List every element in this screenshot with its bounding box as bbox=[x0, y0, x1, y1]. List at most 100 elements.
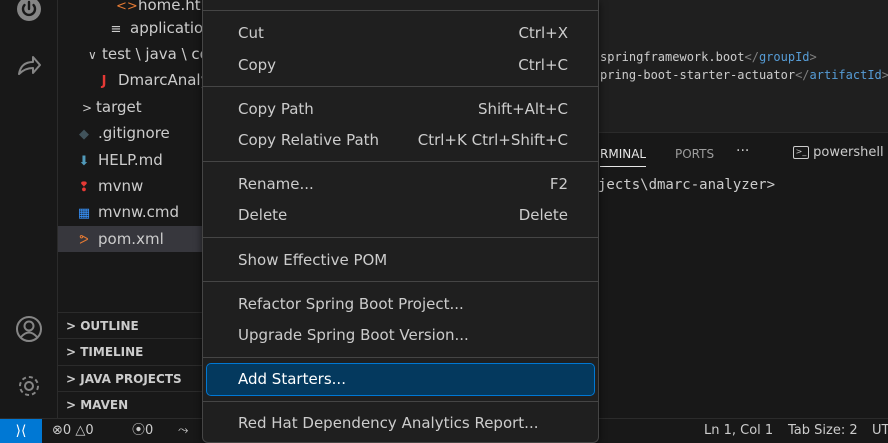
properties-file-icon: ≡ bbox=[110, 22, 122, 37]
tree-item-label: HELP.md bbox=[98, 151, 163, 169]
menu-label: Rename... bbox=[238, 175, 314, 193]
encoding-indicator[interactable]: UT bbox=[872, 419, 888, 443]
tree-item-label: mvnw bbox=[98, 177, 144, 195]
menu-item-delete[interactable]: Delete Delete bbox=[207, 200, 594, 231]
tree-item-label: home.html bbox=[138, 0, 208, 14]
menu-shortcut: Ctrl+X bbox=[518, 24, 568, 42]
cursor-position[interactable]: Ln 1, Col 1 bbox=[704, 419, 773, 443]
section-label: JAVA PROJECTS bbox=[80, 372, 182, 386]
tree-item-application[interactable]: ≡ application bbox=[108, 15, 208, 41]
activity-bar bbox=[0, 0, 58, 418]
terminal-icon: >_ bbox=[793, 146, 809, 159]
account-icon[interactable] bbox=[14, 314, 44, 344]
menu-item-upgrade-spring-boot[interactable]: Upgrade Spring Boot Version... bbox=[207, 320, 594, 351]
menu-item-rename[interactable]: Rename... F2 bbox=[207, 169, 594, 200]
terminal-output[interactable]: jects\dmarc-analyzer> bbox=[598, 177, 775, 193]
menu-item-dependency-analytics[interactable]: Red Hat Dependency Analytics Report... bbox=[207, 408, 594, 439]
ports-count: 0 bbox=[145, 423, 154, 438]
menu-label: Cut bbox=[238, 24, 264, 42]
menu-item-cut[interactable]: Cut Ctrl+X bbox=[207, 18, 594, 49]
menu-item-copy-path[interactable]: Copy Path Shift+Alt+C bbox=[207, 94, 594, 125]
section-label: TIMELINE bbox=[80, 345, 144, 359]
xml-rss-icon: ᕗ bbox=[79, 233, 89, 248]
warning-count: 0 bbox=[85, 423, 94, 438]
warning-icon: △ bbox=[75, 423, 86, 438]
menu-shortcut: F2 bbox=[549, 175, 568, 193]
tab-size-indicator[interactable]: Tab Size: 2 bbox=[788, 419, 858, 443]
menu-item-add-starters[interactable]: Add Starters... bbox=[206, 363, 595, 396]
tree-item-label: pom.xml bbox=[98, 230, 164, 248]
xml-tag-name: groupId bbox=[758, 50, 810, 64]
tree-item-help-md[interactable]: ⬇ HELP.md bbox=[76, 147, 163, 173]
menu-shortcut: Ctrl+K Ctrl+Shift+C bbox=[417, 131, 568, 149]
menu-separator bbox=[203, 357, 598, 358]
tree-item-target[interactable]: > target bbox=[82, 94, 142, 120]
code-line: springframework.boot</groupId> bbox=[600, 50, 817, 64]
tree-item-label: mvnw.cmd bbox=[98, 203, 180, 221]
spring-boot-icon[interactable] bbox=[14, 0, 44, 24]
menu-shortcut: Shift+Alt+C bbox=[477, 100, 568, 118]
error-count: 0 bbox=[62, 423, 72, 438]
settings-gear-icon[interactable] bbox=[14, 371, 44, 401]
menu-label: Red Hat Dependency Analytics Report... bbox=[238, 414, 539, 432]
tree-item-label: application bbox=[130, 19, 208, 37]
menu-separator bbox=[203, 86, 598, 87]
menu-item-copy[interactable]: Copy Ctrl+C bbox=[207, 50, 594, 81]
markdown-icon: ⬇ bbox=[78, 154, 90, 169]
error-icon: ⊗ bbox=[52, 423, 63, 438]
timeline-section[interactable]: > TIMELINE bbox=[58, 338, 208, 364]
code-text: pring-boot-starter-actuator bbox=[600, 68, 796, 82]
ports-indicator[interactable]: ⦿0 bbox=[132, 419, 153, 443]
windows-cmd-icon: ▦ bbox=[77, 206, 91, 221]
menu-label: Copy bbox=[238, 56, 277, 74]
remote-explorer-icon[interactable] bbox=[14, 52, 44, 82]
menu-shortcut: Ctrl+C bbox=[518, 56, 568, 74]
tab-terminal[interactable]: RMINAL bbox=[600, 147, 647, 167]
chevron-right-icon: > bbox=[66, 398, 81, 412]
tree-item-label: .gitignore bbox=[98, 124, 170, 142]
spring-boot-status-icon[interactable]: ⤳ bbox=[178, 419, 188, 443]
tree-item-test-folder[interactable]: ∨ test \ java \ co bbox=[88, 41, 208, 67]
menu-separator bbox=[203, 281, 598, 282]
tree-item-mvnw-cmd[interactable]: ▦ mvnw.cmd bbox=[76, 199, 179, 225]
problems-indicator[interactable]: ⊗0 △0 bbox=[52, 419, 94, 443]
tree-item-pom-xml[interactable]: ᕗ pom.xml bbox=[58, 226, 208, 252]
terminal-instance[interactable]: >_ powershell bbox=[793, 145, 884, 160]
menu-item-copy-relative-path[interactable]: Copy Relative Path Ctrl+K Ctrl+Shift+C bbox=[207, 125, 594, 156]
xml-tag-name: artifactId bbox=[809, 68, 882, 82]
chevron-right-icon: > bbox=[82, 101, 93, 115]
menu-label: Refactor Spring Boot Project... bbox=[238, 295, 464, 313]
menu-label: Add Starters... bbox=[238, 370, 346, 388]
menu-shortcut: Delete bbox=[518, 206, 568, 224]
tree-item-mvnw[interactable]: ❢ mvnw bbox=[76, 173, 144, 199]
menu-item-refactor-spring-boot[interactable]: Refactor Spring Boot Project... bbox=[207, 289, 594, 320]
menu-separator bbox=[203, 401, 598, 402]
tree-item-label: DmarcAnaly bbox=[118, 71, 208, 89]
explorer-sidebar: <>home.html ≡application ∨test \ java \ … bbox=[58, 0, 208, 418]
terminal-shell-name: powershell bbox=[813, 145, 884, 160]
chevron-right-icon: > bbox=[66, 345, 81, 359]
chevron-down-icon: ∨ bbox=[88, 48, 97, 62]
java-projects-section[interactable]: > JAVA PROJECTS bbox=[58, 365, 208, 391]
menu-item-show-effective-pom[interactable]: Show Effective POM bbox=[207, 245, 594, 276]
menu-label: Show Effective POM bbox=[238, 251, 388, 269]
remote-indicator-icon[interactable]: ⟩⟨ bbox=[0, 419, 42, 443]
maven-wrapper-icon: ❢ bbox=[78, 180, 90, 195]
menu-label: Copy Path bbox=[238, 100, 314, 118]
section-label: OUTLINE bbox=[80, 319, 139, 333]
outline-section[interactable]: > OUTLINE bbox=[58, 312, 208, 338]
menu-label: Upgrade Spring Boot Version... bbox=[238, 326, 469, 344]
chevron-right-icon: > bbox=[66, 372, 81, 386]
tree-item-dmarc-java[interactable]: J DmarcAnaly bbox=[96, 67, 208, 93]
more-actions-icon[interactable]: ··· bbox=[736, 143, 749, 159]
tree-item-gitignore[interactable]: ◆ .gitignore bbox=[76, 120, 170, 146]
code-line: pring-boot-starter-actuator</artifactId> bbox=[600, 68, 888, 82]
code-text: springframework.boot bbox=[600, 50, 745, 64]
java-file-icon: J bbox=[101, 74, 107, 89]
menu-label: Copy Relative Path bbox=[238, 131, 380, 149]
context-menu: Cut Ctrl+X Copy Ctrl+C Copy Path Shift+Alt+… bbox=[202, 0, 599, 443]
broadcast-icon: ⦿ bbox=[132, 423, 146, 438]
maven-section[interactable]: > MAVEN bbox=[58, 391, 208, 417]
tab-ports[interactable]: PORTS bbox=[675, 147, 714, 161]
menu-separator bbox=[203, 10, 598, 11]
